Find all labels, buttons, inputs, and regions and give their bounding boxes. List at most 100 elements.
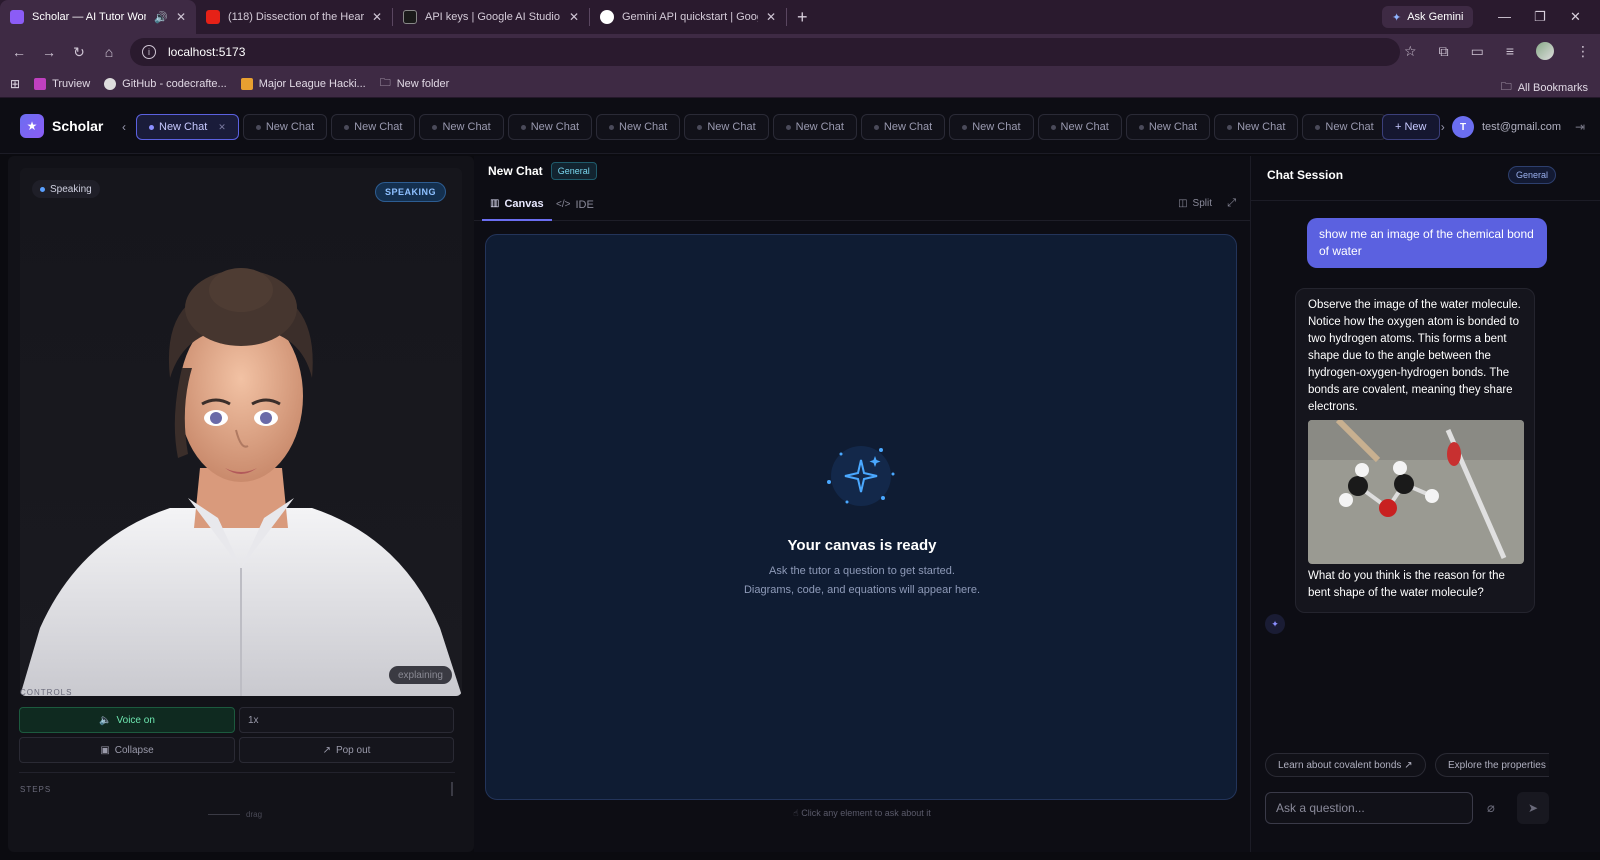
- url-field[interactable]: i localhost:5173: [130, 38, 1400, 66]
- media-control-icon[interactable]: ≡: [1506, 43, 1514, 59]
- restore-icon[interactable]: ❐: [1534, 9, 1546, 25]
- browser-tab-ai-studio[interactable]: API keys | Google AI Studio ✕: [393, 0, 589, 34]
- topic-badge: General: [550, 162, 597, 180]
- browser-tab-strip: Scholar — AI Tutor Worksp 🔊 ✕ (118) Diss…: [0, 0, 1600, 34]
- chat-tab[interactable]: New Chat: [419, 114, 504, 140]
- menu-kebab-icon[interactable]: ⋮: [1576, 43, 1590, 60]
- water-molecule-image[interactable]: [1308, 420, 1524, 564]
- canvas-area[interactable]: Your canvas is ready Ask the tutor a que…: [485, 234, 1237, 800]
- question-input[interactable]: [1265, 792, 1473, 824]
- steps-scrollbar[interactable]: [451, 782, 453, 796]
- bookmark-star-icon[interactable]: ☆: [1404, 43, 1417, 60]
- logout-icon[interactable]: ⇥: [1575, 120, 1585, 134]
- chat-tab[interactable]: New Chat: [684, 114, 769, 140]
- tab-ide[interactable]: </> IDE: [556, 188, 594, 221]
- brand[interactable]: ★ Scholar: [20, 113, 104, 138]
- tutor-avatar-view[interactable]: Speaking SPEAKING explaining: [20, 168, 462, 696]
- apps-grid-icon[interactable]: ⊞: [10, 77, 20, 91]
- brand-name: Scholar: [52, 117, 104, 134]
- tab-dot: [1050, 124, 1056, 130]
- ai-studio-favicon-icon: [403, 10, 417, 24]
- collapse-button[interactable]: ▣ Collapse: [19, 737, 235, 763]
- tutor-avatar-illustration: [20, 268, 462, 696]
- all-bookmarks-button[interactable]: 🗀 All Bookmarks: [1501, 78, 1588, 97]
- chat-tab[interactable]: New Chat: [331, 114, 416, 140]
- pointer-icon: ☝: [793, 808, 799, 818]
- tab-canvas[interactable]: ▥ Canvas: [482, 188, 552, 221]
- bookmark-new-folder[interactable]: 🗀 New folder: [380, 74, 450, 93]
- folder-icon: 🗀: [1500, 81, 1512, 93]
- canvas-icon: ▥: [490, 198, 500, 209]
- divider: [19, 772, 455, 773]
- drag-handle[interactable]: drag: [208, 810, 262, 819]
- tutor-panel: Speaking SPEAKING explaining CONTROLS 🔈 V…: [8, 156, 474, 852]
- close-tab-icon[interactable]: ✕: [372, 10, 382, 24]
- tab-dot: [962, 124, 968, 130]
- profile-avatar[interactable]: [1536, 42, 1554, 60]
- drag-line: [208, 814, 240, 815]
- close-tab-icon[interactable]: ✕: [218, 122, 226, 133]
- chat-tab[interactable]: New Chat: [242, 114, 328, 140]
- bookmark-truview[interactable]: Truview: [34, 77, 90, 90]
- extensions-icon[interactable]: ⧉: [1439, 43, 1449, 60]
- minimize-icon[interactable]: —: [1498, 9, 1511, 24]
- chat-tab[interactable]: New Chat: [860, 114, 946, 140]
- pop-out-button[interactable]: ↗ Pop out: [239, 737, 454, 763]
- forward-icon[interactable]: →: [34, 44, 64, 60]
- tab-dot: [1138, 124, 1144, 130]
- chat-tab-active[interactable]: New Chat ✕: [136, 114, 239, 140]
- tab-title: Gemini API quickstart | Googl: [622, 11, 758, 23]
- close-tab-icon[interactable]: ✕: [176, 10, 186, 24]
- send-button[interactable]: ➤: [1517, 792, 1549, 824]
- chat-tab-label: New Chat: [972, 121, 1021, 133]
- user-menu[interactable]: T test@gmail.com ⇥: [1452, 116, 1585, 138]
- user-avatar: T: [1452, 116, 1474, 138]
- tab-title: (118) Dissection of the Heart: A: [228, 11, 364, 23]
- new-chat-button[interactable]: + New: [1382, 114, 1440, 140]
- sidebar-icon[interactable]: ▭: [1471, 43, 1484, 60]
- suggestion-chip[interactable]: Learn about covalent bonds ↗: [1265, 753, 1426, 777]
- paperclip-icon[interactable]: ⌀: [1487, 800, 1495, 816]
- browser-tab-youtube[interactable]: (118) Dissection of the Heart: A ✕: [196, 0, 392, 34]
- back-icon[interactable]: ←: [4, 44, 34, 60]
- click-hint-text: Click any element to ask about it: [801, 808, 931, 818]
- home-icon[interactable]: ⌂: [94, 44, 124, 60]
- split-label: Split: [1192, 198, 1212, 209]
- close-tab-icon[interactable]: ✕: [569, 10, 579, 24]
- app-header: ★ Scholar ‹ New Chat ✕ New Chat New Chat …: [0, 98, 1600, 154]
- chat-tab[interactable]: New Chat: [1037, 114, 1122, 140]
- ask-gemini-button[interactable]: ✦ Ask Gemini: [1382, 6, 1474, 28]
- bookmark-mlh[interactable]: Major League Hacki...: [240, 77, 366, 90]
- canvas-empty-title: Your canvas is ready: [787, 537, 937, 554]
- browser-tab-scholar[interactable]: Scholar — AI Tutor Worksp 🔊 ✕: [0, 0, 196, 34]
- site-info-icon[interactable]: i: [142, 45, 156, 59]
- chat-tab[interactable]: New Chat: [1302, 114, 1387, 140]
- close-tab-icon[interactable]: ✕: [766, 10, 776, 24]
- drag-label: drag: [246, 810, 263, 819]
- split-button[interactable]: ◫ Split: [1178, 198, 1212, 209]
- tutor-message: Observe the image of the water molecule.…: [1295, 288, 1535, 613]
- new-tab-icon[interactable]: +: [787, 7, 818, 28]
- speed-select[interactable]: 1x: [239, 707, 454, 733]
- divider: [1251, 200, 1600, 201]
- close-window-icon[interactable]: ✕: [1570, 9, 1581, 25]
- chat-tab[interactable]: New Chat: [1125, 114, 1211, 140]
- speaking-badge: SPEAKING: [374, 182, 446, 202]
- browser-tab-gemini-quickstart[interactable]: Gemini API quickstart | Googl ✕: [590, 0, 786, 34]
- bookmark-label: Major League Hacki...: [258, 77, 366, 90]
- chat-tab[interactable]: New Chat: [507, 114, 593, 140]
- sparkles-icon: [827, 446, 895, 506]
- voice-toggle-button[interactable]: 🔈 Voice on: [19, 707, 235, 733]
- reload-icon[interactable]: ↻: [64, 44, 94, 61]
- speaker-icon: 🔈: [99, 714, 112, 726]
- chat-tab-strip: ‹ New Chat ✕ New Chat New Chat New Chat N…: [116, 114, 1451, 140]
- chat-tab[interactable]: New Chat: [772, 114, 857, 140]
- chat-tab[interactable]: New Chat: [949, 114, 1034, 140]
- chat-tab[interactable]: New Chat: [596, 114, 681, 140]
- suggestion-chip[interactable]: Explore the properties: [1435, 753, 1549, 777]
- status-dot: [40, 186, 45, 192]
- chevron-left-icon[interactable]: ‹: [116, 120, 132, 134]
- chat-tab[interactable]: New Chat: [1214, 114, 1299, 140]
- bookmark-github[interactable]: GitHub - codecrafte...: [104, 77, 227, 90]
- expand-icon[interactable]: ⤢: [1227, 197, 1236, 210]
